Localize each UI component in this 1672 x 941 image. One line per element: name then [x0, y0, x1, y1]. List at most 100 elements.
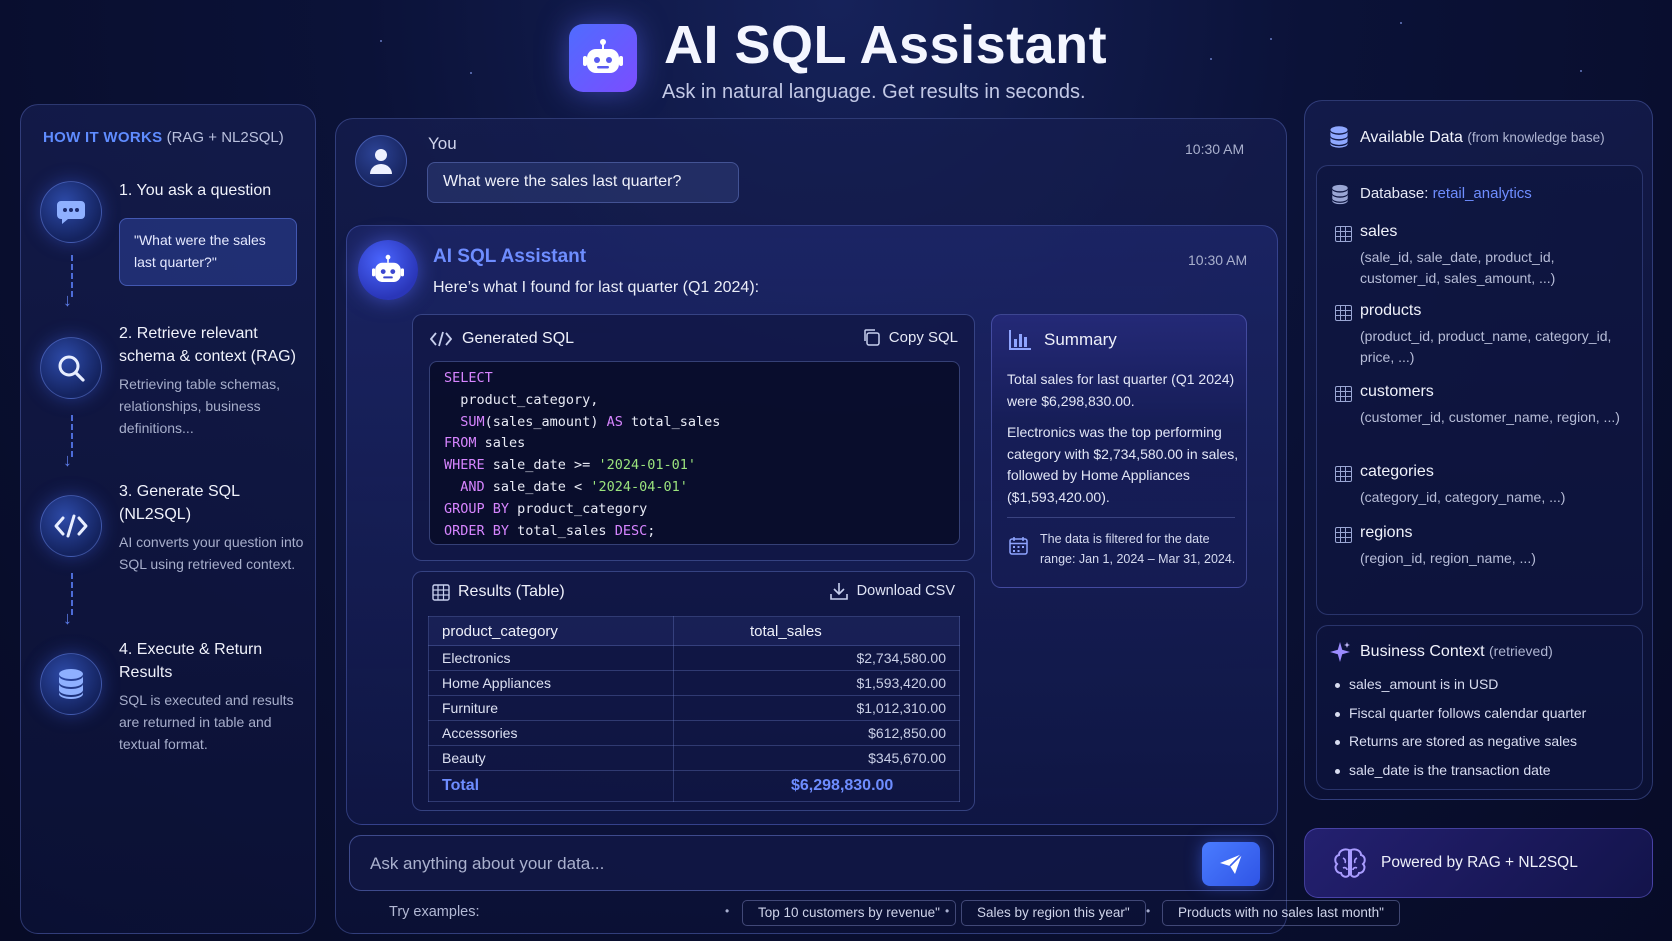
user-message-time: 10:30 AM [1185, 141, 1245, 157]
table-total-row: Total $6,298,830.00 [428, 770, 960, 802]
how-it-works-panel: HOW IT WORKS (RAG + NL2SQL) 1. You ask a… [20, 104, 316, 934]
step-1-example-question: "What were the sales last quarter?" [119, 218, 297, 286]
user-avatar-icon [355, 135, 407, 187]
table-cell: Accessories [428, 720, 674, 746]
chat-bubble-icon [40, 181, 102, 243]
results-table-label: Results (Table) [458, 583, 565, 600]
assistant-intro: Here’s what I found for last quarter (Q1… [433, 279, 760, 296]
business-context-title: Business Context (retrieved) [1360, 643, 1553, 660]
try-examples-label: Try examples: [389, 904, 480, 920]
table-columns-products: (product_id, product_name, category_id, … [1360, 328, 1612, 365]
summary-label: Summary [1044, 330, 1117, 349]
arrow-down-icon: ↓ [63, 450, 72, 470]
send-button[interactable] [1202, 842, 1260, 886]
summary-total: Total sales for last quarter (Q1 2024) w… [1007, 371, 1235, 409]
list-item: Returns are stored as negative sales [1335, 733, 1635, 762]
example-chip[interactable]: Products with no sales last month" [1162, 900, 1400, 926]
column-header: product_category [428, 616, 674, 646]
table-name-products: products [1360, 302, 1422, 319]
search-icon [40, 337, 102, 399]
table-row: Beauty $345,670.00 [428, 745, 960, 771]
bar-chart-icon [1009, 330, 1031, 350]
step-4-title: 4. Execute & Return Results [119, 641, 263, 681]
table-cell: Furniture [428, 695, 674, 721]
table-cell: Beauty [428, 745, 674, 771]
app-title: AI SQL Assistant [664, 15, 1108, 75]
table-row: Furniture $1,012,310.00 [428, 695, 960, 721]
table-header-row: product_category total_sales [428, 616, 960, 646]
arrow-down-icon: ↓ [63, 608, 72, 628]
send-icon [1220, 853, 1243, 874]
summary-box: Summary Total sales for last quarter (Q1… [991, 314, 1247, 588]
separator-dot: • [945, 904, 950, 918]
table-cell: Home Appliances [428, 670, 674, 696]
chat-panel: You 10:30 AM What were the sales last qu… [335, 118, 1400, 934]
step-2-title: 2. Retrieve relevant schema & context (R… [119, 325, 296, 365]
how-it-works-title: HOW IT WORKS (RAG + NL2SQL) [43, 129, 284, 146]
table-row: Accessories $612,850.00 [428, 720, 960, 746]
download-csv-button[interactable]: Download CSV [829, 582, 955, 600]
step-1-title: 1. You ask a question [119, 182, 272, 199]
summary-divider [1007, 517, 1235, 518]
table-name-categories: categories [1360, 463, 1434, 480]
app-subtitle: Ask in natural language. Get results in … [662, 81, 1086, 103]
assistant-name: AI SQL Assistant [433, 246, 587, 267]
table-columns-categories: (category_id, category_name, ...) [1360, 489, 1566, 505]
results-table: product_category total_sales Electronics… [428, 616, 960, 802]
table-name-sales: sales [1360, 223, 1398, 240]
step-3-description: AI converts your question into SQL using… [119, 534, 304, 572]
table-columns-customers: (customer_id, customer_name, region, ...… [1360, 409, 1620, 425]
step-2-description: Retrieving table schemas, relationships,… [119, 376, 281, 436]
robot-avatar-icon [358, 240, 418, 300]
separator-dot: • [1146, 904, 1151, 918]
powered-by-badge: Powered by RAG + NL2SQL [1304, 828, 1653, 898]
table-row: Home Appliances $1,593,420.00 [428, 670, 960, 696]
table-columns-regions: (region_id, region_name, ...) [1360, 550, 1536, 566]
calendar-icon [1009, 537, 1028, 555]
copy-icon [864, 329, 880, 346]
copy-sql-label: Copy SQL [888, 329, 958, 346]
total-label: Total [428, 770, 674, 802]
table-row: Electronics $2,734,580.00 [428, 645, 960, 671]
example-chip[interactable]: Sales by region this year" [961, 900, 1146, 926]
sql-code-block: SELECT product_category, SUM(sales_amoun… [429, 361, 960, 545]
available-data-title: Available Data (from knowledge base) [1360, 129, 1605, 146]
copy-sql-button[interactable]: Copy SQL [862, 328, 958, 347]
date-range-note: The data is filtered for the date range:… [1040, 532, 1236, 566]
download-icon [829, 583, 848, 600]
table-cell: $2,734,580.00 [673, 645, 960, 671]
list-item: sale_date is the transaction date [1335, 762, 1635, 791]
table-icon [1335, 466, 1352, 482]
table-icon [1335, 305, 1352, 321]
table-icon [1335, 386, 1352, 402]
table-icon [432, 584, 450, 601]
table-name-customers: customers [1360, 383, 1434, 400]
database-icon [1330, 126, 1348, 148]
powered-by-text: Powered by RAG + NL2SQL [1381, 854, 1578, 871]
list-item: sales_amount is in USD [1335, 676, 1635, 705]
brain-icon [1334, 848, 1366, 878]
step-4-description: SQL is executed and results are returned… [119, 692, 294, 752]
table-columns-sales: (sale_id, sale_date, product_id, custome… [1360, 249, 1556, 286]
results-table-box: Results (Table) Download CSV product_cat… [412, 571, 975, 811]
generated-sql-label: Generated SQL [462, 330, 575, 347]
download-csv-label: Download CSV [856, 583, 955, 599]
sparkle-icon [1330, 642, 1350, 662]
table-cell: $612,850.00 [673, 720, 960, 746]
example-chip[interactable]: Top 10 customers by revenue" [742, 900, 956, 926]
assistant-response-card: AI SQL Assistant 10:30 AM Here’s what I … [346, 225, 1278, 825]
database-icon [40, 653, 102, 715]
database-icon [1332, 184, 1348, 205]
database-name: Database: retail_analytics [1360, 185, 1532, 202]
table-cell: $345,670.00 [673, 745, 960, 771]
available-data-panel: Available Data (from knowledge base) Dat… [1304, 100, 1653, 800]
arrow-down-icon: ↓ [63, 290, 72, 310]
robot-logo-icon [569, 24, 637, 92]
table-icon [1335, 527, 1352, 543]
table-icon [1335, 226, 1352, 242]
user-message: What were the sales last quarter? [427, 162, 739, 203]
code-icon [40, 495, 102, 557]
ask-input[interactable] [370, 850, 1130, 878]
summary-top-category: Electronics was the top performing categ… [1007, 424, 1239, 505]
user-label: You [428, 134, 457, 153]
